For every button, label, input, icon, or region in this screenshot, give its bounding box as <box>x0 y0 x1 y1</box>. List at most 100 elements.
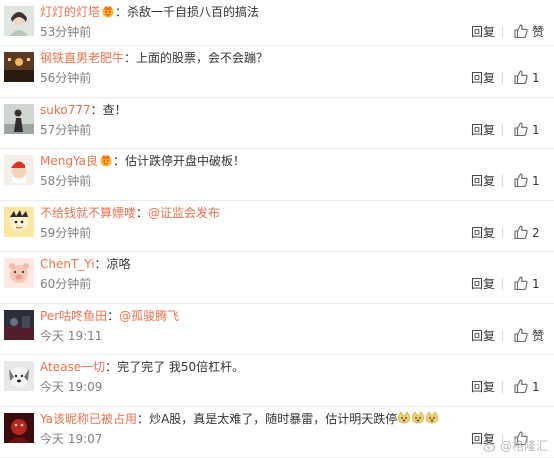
comment-time: 56分钟前 <box>40 71 92 85</box>
thumbs-up-icon[interactable] <box>513 378 529 394</box>
comment-text: 查！ <box>102 102 127 117</box>
thumbs-up-icon[interactable] <box>513 69 529 85</box>
divider <box>502 278 503 290</box>
comment-line: suko777：查！ <box>40 102 127 118</box>
avatar-dark-icon[interactable] <box>4 309 34 340</box>
comment-mention[interactable]: @证监会发布 <box>148 206 220 220</box>
comment-line: ChenT_Yi：凉咯 <box>40 256 131 272</box>
divider <box>502 381 503 393</box>
vip-badge-icon <box>102 6 114 18</box>
comment-text: 上面的股票，会不会蹦？ <box>136 51 269 65</box>
thumbs-up-icon[interactable] <box>513 327 529 343</box>
like-count[interactable]: 赞 <box>532 328 544 344</box>
like-count[interactable]: 1 <box>532 70 540 86</box>
comment-line: 不给钱就不算嫖喽：@证监会发布 <box>40 205 220 221</box>
comment-line: Per咕咚鱼田：@孤骏腾飞 <box>40 308 179 324</box>
avatar-cartoon-icon[interactable] <box>4 206 34 237</box>
reply-button[interactable]: 回复 <box>471 328 495 344</box>
comment-username[interactable]: 钢铁直男老肥牛 <box>40 51 124 65</box>
comment-username[interactable]: Atease一切 <box>40 360 105 374</box>
comment-username[interactable]: Per咕咚鱼田 <box>40 309 107 323</box>
doge-emoji-icon <box>426 410 439 423</box>
thumbs-up-icon[interactable] <box>513 23 529 39</box>
comment-item: 灯灯的灯塔 ：杀敌一千自损八百的搞法 53分钟前 回复 赞 <box>0 0 554 46</box>
like-count[interactable]: 1 <box>532 122 540 138</box>
comment-username[interactable]: Ya该昵称已被占用 <box>40 412 137 426</box>
comment-username[interactable]: MengYa良 <box>40 154 98 168</box>
comment-username[interactable]: suko777 <box>40 103 91 117</box>
avatar-dog-icon[interactable] <box>4 361 34 391</box>
comment-username[interactable]: ChenT_Yi <box>40 257 95 271</box>
colon: ： <box>124 51 137 65</box>
comment-item: 钢铁直男老肥牛：上面的股票，会不会蹦？ 56分钟前 回复 1 <box>0 46 554 98</box>
like-count[interactable]: 1 <box>532 173 540 189</box>
comment-item: Atease一切：完了完了 我50倍杠杆。 今天 19:09 回复 1 <box>0 355 554 407</box>
comment-item: Per咕咚鱼田：@孤骏腾飞 今天 19:11 回复 赞 <box>0 304 554 355</box>
colon: ： <box>136 205 149 220</box>
doge-emoji-icon <box>412 410 425 423</box>
like-count[interactable]: 1 <box>532 276 540 292</box>
avatar-room-icon[interactable] <box>4 52 34 82</box>
comment-time: 53分钟前 <box>40 25 92 39</box>
comment-mention[interactable]: @孤骏腾飞 <box>119 309 179 323</box>
colon: ： <box>113 154 126 168</box>
comment-time: 今天 19:09 <box>40 380 103 394</box>
comment-text: 凉咯 <box>106 257 131 271</box>
watermark-text: @格隆汇 <box>499 439 548 453</box>
colon: ： <box>90 102 103 117</box>
avatar-person-icon[interactable] <box>4 103 34 134</box>
thumbs-up-icon[interactable] <box>513 275 529 291</box>
avatar-girl-icon[interactable] <box>4 6 34 36</box>
comment-time: 57分钟前 <box>40 122 92 137</box>
comment-item: ChenT_Yi：凉咯 60分钟前 回复 1 <box>0 252 554 304</box>
avatar-red-icon[interactable] <box>4 412 34 443</box>
like-count[interactable]: 赞 <box>532 24 544 40</box>
like-count[interactable]: 1 <box>532 379 540 395</box>
thumbs-up-icon[interactable] <box>513 172 529 188</box>
comment-time: 59分钟前 <box>40 225 92 240</box>
reply-button[interactable]: 回复 <box>471 24 495 40</box>
reply-button[interactable]: 回复 <box>471 276 495 292</box>
comment-username[interactable]: 不给钱就不算嫖喽 <box>40 206 136 220</box>
comment-line: 钢铁直男老肥牛：上面的股票，会不会蹦？ <box>40 50 268 66</box>
comment-item: Ya该昵称已被占用：炒A股，真是太难了，随时暴雷，估计明天跌停 今天 19:07 回… <box>0 407 554 458</box>
reply-button[interactable]: 回复 <box>471 225 495 241</box>
reply-button[interactable]: 回复 <box>471 173 495 189</box>
colon: ： <box>107 308 120 323</box>
divider <box>502 72 503 84</box>
comment-username[interactable]: 灯灯的灯塔 <box>40 5 100 19</box>
divider <box>502 329 503 342</box>
reply-button[interactable]: 回复 <box>471 122 495 138</box>
reply-button[interactable]: 回复 <box>471 379 495 395</box>
divider <box>502 123 503 136</box>
divider <box>502 26 503 38</box>
colon: ： <box>105 360 118 374</box>
colon: ： <box>94 257 107 271</box>
divider <box>502 226 503 239</box>
comment-item: 不给钱就不算嫖喽：@证监会发布 59分钟前 回复 2 <box>0 201 554 252</box>
doge-emoji-icon <box>398 410 411 423</box>
vip-badge-icon <box>100 155 112 167</box>
avatar-santa-icon[interactable] <box>4 155 34 185</box>
colon: ： <box>137 411 150 426</box>
comment-time: 58分钟前 <box>40 174 92 188</box>
weibo-logo-icon <box>483 443 495 452</box>
colon: ： <box>115 5 128 19</box>
thumbs-up-icon[interactable] <box>513 121 529 137</box>
comment-text: 估计跌停开盘中破板！ <box>125 154 246 168</box>
comment-time: 今天 19:11 <box>40 328 103 343</box>
comment-list: 灯灯的灯塔 ：杀敌一千自损八百的搞法 53分钟前 回复赞钢铁直男老肥牛：上面的股票，会… <box>0 0 554 458</box>
thumbs-up-icon[interactable] <box>513 224 529 240</box>
comment-time: 60分钟前 <box>40 277 92 291</box>
watermark: @格隆汇 <box>483 438 548 454</box>
like-count[interactable]: 2 <box>532 225 540 241</box>
divider <box>502 175 503 187</box>
comment-line: MengYa良 ：估计跌停开盘中破板！ <box>40 153 245 169</box>
avatar-pig-icon[interactable] <box>4 258 34 288</box>
comment-text: 杀敌一千自损八百的搞法 <box>127 5 260 19</box>
reply-button[interactable]: 回复 <box>471 70 495 86</box>
comment-text: 炒A股，真是太难了，随时暴雷，估计明天跌停 <box>149 411 398 426</box>
comment-item: MengYa良 ：估计跌停开盘中破板！ 58分钟前 回复 1 <box>0 149 554 201</box>
comment-text: 完了完了 我50倍杠杆。 <box>117 360 245 374</box>
comment-time: 今天 19:07 <box>40 431 103 446</box>
